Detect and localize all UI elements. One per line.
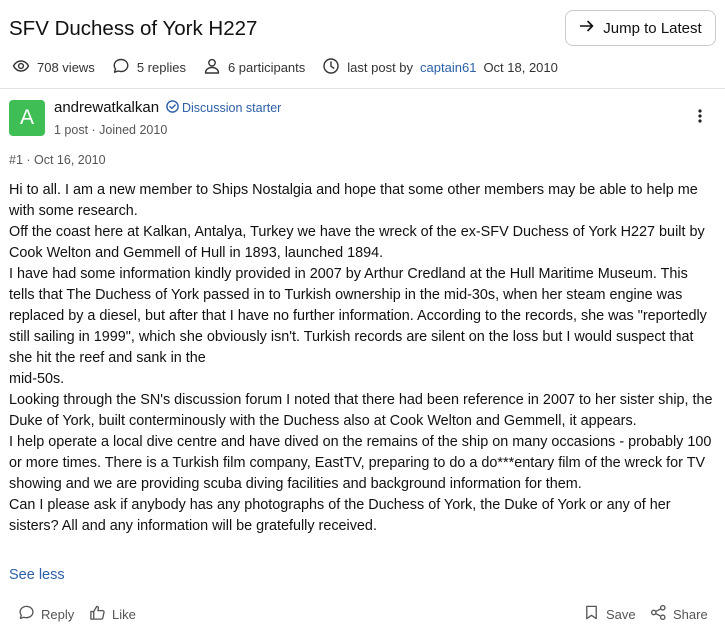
reply-label: Reply <box>41 606 75 622</box>
share-icon <box>650 604 667 624</box>
page-title: SFV Duchess of York H227 <box>9 17 258 40</box>
post-paragraph: I have had some information kindly provi… <box>9 266 707 366</box>
like-button[interactable]: Like <box>89 602 136 626</box>
post-card: A andrewatkalkan Discussion starter 1 po… <box>0 89 725 637</box>
discussion-starter-badge: Discussion starter <box>166 100 281 116</box>
avatar[interactable]: A <box>9 100 45 136</box>
last-post-user-link[interactable]: captain61 <box>420 60 476 75</box>
vertical-dots-icon <box>698 108 702 128</box>
post-body: Hi to all. I am a new member to Ships No… <box>9 180 717 537</box>
clock-icon <box>322 57 340 78</box>
post-paragraph: Looking through the SN's discussion foru… <box>9 392 713 429</box>
speech-bubble-icon <box>112 57 130 78</box>
replies-label: 5 replies <box>136 59 186 75</box>
eye-icon <box>12 57 30 78</box>
bookmark-icon <box>583 604 600 624</box>
thread-meta: 708 views 5 replies 6 participants last … <box>12 57 575 77</box>
participants-count: 6 participants <box>203 57 305 78</box>
views-count: 708 views <box>12 57 95 78</box>
views-label: 708 views <box>37 59 95 75</box>
post-paragraph: Off the coast here at Kalkan, Antalya, T… <box>9 224 705 261</box>
post-paragraph: Can I please ask if anybody has any phot… <box>9 497 671 534</box>
jump-to-latest-label: Jump to Latest <box>603 19 702 37</box>
check-badge-icon <box>166 100 179 116</box>
speech-bubble-icon <box>18 604 35 624</box>
last-post-info: last post by captain61 Oct 18, 2010 <box>322 57 558 78</box>
share-label: Share <box>673 606 708 622</box>
replies-count: 5 replies <box>112 57 186 78</box>
post-paragraph: mid-50s. <box>9 371 65 387</box>
author-stats: 1 post · Joined 2010 <box>54 123 168 137</box>
save-label: Save <box>606 606 636 622</box>
last-post-date: Oct 18, 2010 <box>483 59 558 75</box>
arrow-right-icon <box>579 18 595 38</box>
post-number-date[interactable]: #1 · Oct 16, 2010 <box>9 153 106 167</box>
share-button[interactable]: Share <box>650 602 708 626</box>
post-options-button[interactable] <box>690 108 710 128</box>
participants-label: 6 participants <box>227 59 306 75</box>
last-post-prefix: last post by <box>347 59 414 75</box>
reply-button[interactable]: Reply <box>18 602 74 626</box>
save-button[interactable]: Save <box>583 602 636 626</box>
thread-header: SFV Duchess of York H227 Jump to Latest … <box>0 0 725 88</box>
user-icon <box>203 57 221 78</box>
post-actions: Reply Like Save Share <box>0 602 725 626</box>
see-less-link[interactable]: See less <box>9 567 65 583</box>
like-label: Like <box>112 606 136 622</box>
author-name[interactable]: andrewatkalkan <box>54 99 159 116</box>
post-paragraph: I help operate a local dive centre and h… <box>9 434 712 492</box>
post-paragraph: Hi to all. I am a new member to Ships No… <box>9 182 698 219</box>
thumbs-up-icon <box>89 604 106 624</box>
discussion-starter-label: Discussion starter <box>182 101 282 115</box>
jump-to-latest-button[interactable]: Jump to Latest <box>565 10 716 46</box>
